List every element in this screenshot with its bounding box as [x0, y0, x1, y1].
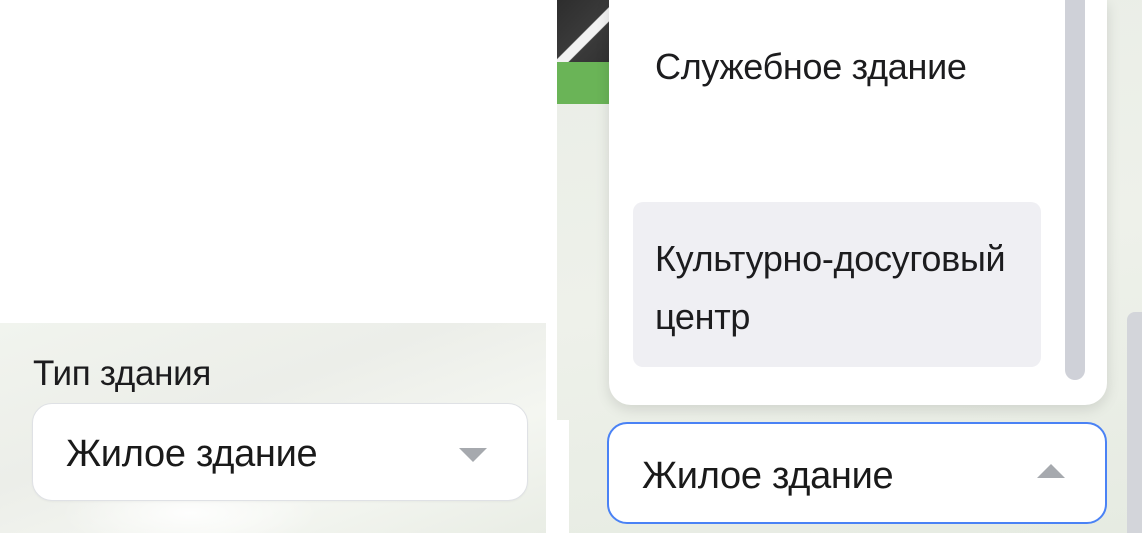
building-type-select-open[interactable]: Жилое здание [607, 422, 1107, 524]
page-scrollbar[interactable] [1127, 312, 1142, 533]
select-value: Жилое здание [642, 455, 894, 497]
building-type-select[interactable]: Жилое здание [32, 403, 528, 501]
option-cultural-center[interactable]: Культурно-досуговый центр [633, 202, 1041, 367]
chevron-up-icon[interactable] [1037, 464, 1065, 478]
map-park [557, 62, 617, 104]
dropdown-scrollbar[interactable] [1065, 0, 1085, 380]
dropdown-list: Служебное здание Культурно-досуговый цен… [609, 0, 1107, 405]
chevron-down-icon[interactable] [459, 448, 487, 462]
panel-edge [557, 420, 569, 533]
option-service-building[interactable]: Служебное здание [655, 38, 1035, 96]
divider [546, 0, 557, 533]
closed-select-panel: Тип здания Жилое здание [0, 0, 546, 533]
open-select-panel: Служебное здание Культурно-досуговый цен… [557, 0, 1142, 533]
select-value: Жилое здание [66, 433, 318, 475]
field-label: Тип здания [33, 354, 212, 393]
map-road [557, 0, 617, 70]
